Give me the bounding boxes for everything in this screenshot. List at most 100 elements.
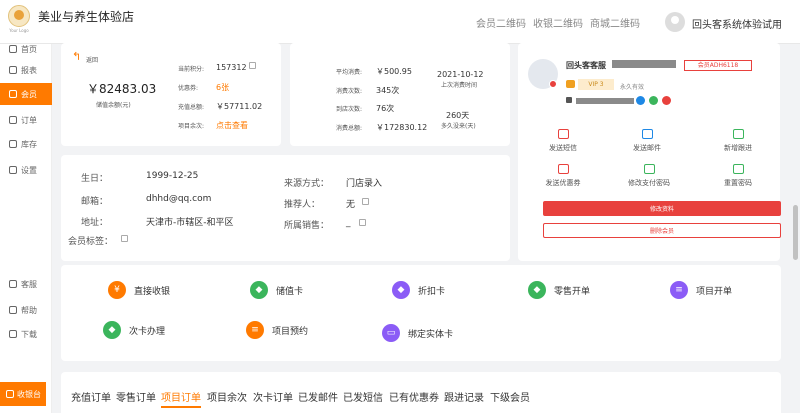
vip-validity: 永久有效 (620, 84, 645, 91)
user-avatar[interactable] (665, 12, 685, 32)
birthday-label: 生日： (81, 174, 109, 184)
member-phone-masked (612, 60, 676, 68)
visit-value: 76次 (376, 104, 395, 113)
back-link[interactable]: 返回 (86, 55, 98, 64)
member-card-number: 会员ADH6118 (684, 60, 752, 71)
vip-badge: VIP 3 (578, 79, 614, 90)
tab-followups[interactable]: 跟进记录 (444, 389, 484, 404)
delete-member-button[interactable]: 删除会员 (543, 223, 781, 238)
birthday-value: 1999-12-25 (146, 171, 199, 181)
tab-project-orders[interactable]: 项目订单 (161, 389, 201, 408)
edit-tag-icon[interactable] (121, 235, 128, 242)
user-name[interactable]: 回头客系统体验试用 (692, 16, 782, 31)
alipay-icon[interactable] (636, 96, 645, 105)
coupon-value[interactable]: 6张 (216, 82, 229, 93)
mail-icon (641, 129, 653, 139)
sidebar-item-help[interactable]: 帮助 (0, 299, 52, 321)
source-label: 来源方式： (284, 179, 330, 189)
tab-count-card-orders[interactable]: 次卡订单 (253, 389, 293, 404)
send-coupon-button[interactable]: 发送优惠券 (533, 164, 593, 188)
list-icon: ≡ (670, 281, 688, 299)
edit-referrer-icon[interactable] (362, 198, 369, 205)
tab-sent-emails[interactable]: 已发邮件 (298, 389, 338, 404)
sidebar-item-orders[interactable]: 订单 (0, 109, 52, 131)
tag-icon: ◆ (392, 281, 410, 299)
edit-seller-icon[interactable] (359, 219, 366, 226)
tab-project-remaining[interactable]: 项目余次 (207, 389, 247, 404)
discount-card-button[interactable]: ◆ 折扣卡 (392, 281, 445, 299)
vertical-scrollbar[interactable] (793, 205, 798, 260)
tab-sub-members[interactable]: 下级会员 (490, 389, 530, 404)
phone-icon (566, 97, 572, 103)
tab-sent-sms[interactable]: 已发短信 (343, 389, 383, 404)
last-visit-label: 上次消费时间 (441, 82, 478, 89)
sidebar-item-settings[interactable]: 设置 (0, 159, 52, 181)
top-bar: Your Logo 美业与养生体验店 会员二维码 收银二维码 商城二维码 回头客… (0, 0, 800, 44)
download-icon (9, 330, 17, 338)
source-value: 门店录入 (346, 179, 383, 189)
send-email-button[interactable]: 发送邮件 (617, 129, 677, 153)
chat-icon (9, 280, 17, 288)
change-pay-password-button[interactable]: 修改支付密码 (619, 164, 679, 188)
tab-retail-orders[interactable]: 零售订单 (116, 389, 156, 404)
avg-label: 平均消费: (336, 69, 363, 76)
retail-order-button[interactable]: ◆ 零售开单 (528, 281, 590, 299)
days-value: 260天 (446, 111, 470, 120)
reset-password-button[interactable]: 重置密码 (708, 164, 768, 188)
sidebar-item-home[interactable]: 首页 (0, 38, 52, 60)
box-icon (9, 140, 17, 148)
count-card-button[interactable]: ◆ 次卡办理 (103, 321, 165, 339)
wechat-icon[interactable] (649, 96, 658, 105)
edit-points-icon[interactable] (249, 62, 256, 69)
sidebar-item-service[interactable]: 客服 (0, 273, 52, 295)
weibo-icon[interactable] (662, 96, 671, 105)
total-label: 消费总额: (336, 125, 363, 132)
stored-value-card-button[interactable]: ◆ 储值卡 (250, 281, 303, 299)
card-icon: ◆ (103, 321, 121, 339)
sidebar-item-reports[interactable]: 报表 (0, 59, 52, 81)
seller-value: _ (346, 218, 351, 228)
yuan-icon: ¥ (108, 281, 126, 299)
items-label: 项目余次: (178, 123, 205, 130)
points-value: 157312 (216, 63, 247, 72)
coupon-label: 优惠券: (178, 85, 199, 92)
visit-label: 到店次数: (336, 106, 363, 113)
id-card-icon: ▭ (382, 324, 400, 342)
member-qr-link[interactable]: 会员二维码 (476, 15, 526, 30)
edit-profile-button[interactable]: 修改资料 (543, 201, 781, 216)
mall-qr-link[interactable]: 商城二维码 (590, 15, 640, 30)
sidebar-item-download[interactable]: 下载 (0, 323, 52, 345)
vip-crown-icon (566, 80, 575, 88)
project-order-button[interactable]: ≡ 项目开单 (670, 281, 732, 299)
avg-value: ￥500.95 (376, 67, 412, 76)
key-icon (643, 164, 655, 174)
coupon-icon (557, 164, 569, 174)
send-sms-button[interactable]: 发送短信 (533, 129, 593, 153)
sidebar-item-members[interactable]: 会员 (0, 83, 52, 105)
cashier-button[interactable]: 收银台 (0, 382, 46, 406)
back-arrow-icon[interactable]: ↰ (72, 50, 81, 63)
logo-subtitle: Your Logo (9, 28, 29, 33)
seller-label: 所属销售： (284, 221, 330, 231)
recharge-label: 充值总额: (178, 104, 205, 111)
sidebar-item-inventory[interactable]: 库存 (0, 133, 52, 155)
direct-checkout-button[interactable]: ¥ 直接收银 (108, 281, 170, 299)
cashier-qr-link[interactable]: 收银二维码 (533, 15, 583, 30)
gear-icon (9, 166, 17, 174)
tab-recharge-orders[interactable]: 充值订单 (71, 389, 111, 404)
items-view-link[interactable]: 点击查看 (216, 120, 248, 131)
last-visit-date: 2021-10-12 (437, 70, 484, 79)
home-icon (9, 45, 17, 53)
help-icon (9, 306, 17, 314)
card-icon: ◆ (250, 281, 268, 299)
bind-physical-card-button[interactable]: ▭ 绑定实体卡 (382, 324, 453, 342)
store-name: 美业与养生体验店 (38, 10, 135, 24)
order-icon (9, 116, 17, 124)
project-booking-button[interactable]: ≡ 项目预约 (246, 321, 308, 339)
tab-coupons[interactable]: 已有优惠券 (389, 389, 439, 404)
member-phone2-masked (576, 98, 634, 104)
add-followup-button[interactable]: 新增跟进 (708, 129, 768, 153)
referrer-label: 推荐人： (284, 200, 321, 210)
followup-icon (732, 129, 744, 139)
member-name: 回头客客服 (566, 61, 606, 70)
